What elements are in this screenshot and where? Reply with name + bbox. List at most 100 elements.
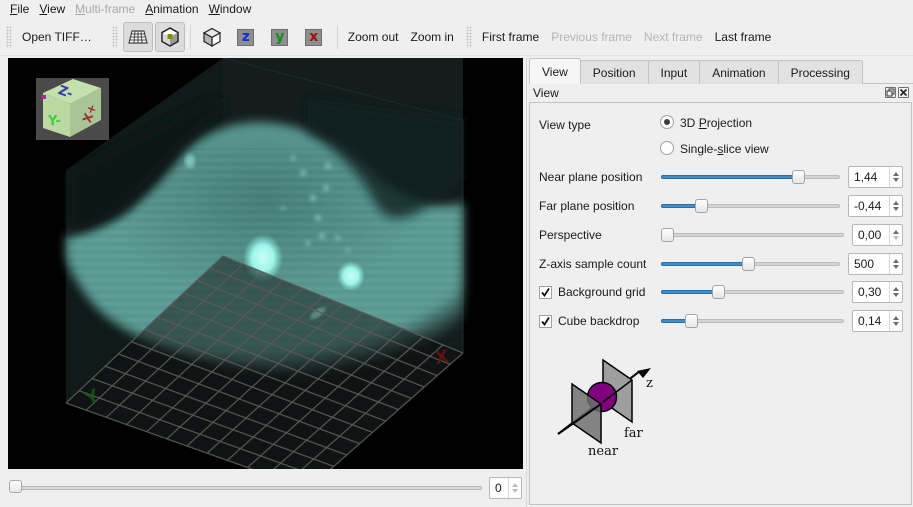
toggle-grid-button[interactable]: [122, 22, 153, 52]
orientation-cube[interactable]: Z- Y- X+: [36, 78, 109, 140]
background-grid-slider[interactable]: [661, 284, 844, 300]
cube-y-label: Y-: [47, 114, 61, 129]
toolbar-separator: [336, 25, 338, 49]
far-plane-position-spinbox[interactable]: -0,44: [848, 195, 903, 217]
spin-up-icon[interactable]: [893, 230, 899, 234]
tab-animation[interactable]: Animation: [699, 60, 779, 84]
view-y-axis-icon: y: [271, 28, 289, 46]
next-frame-button[interactable]: Next frame: [638, 22, 709, 52]
view-x-axis-icon: x: [305, 28, 323, 46]
slider-fill: [661, 290, 718, 294]
spin-up-icon[interactable]: [893, 316, 899, 320]
reset-view-button[interactable]: [196, 22, 228, 52]
near-plane-position-spinbox[interactable]: 1,44: [848, 166, 903, 188]
spin-down-icon[interactable]: [893, 178, 899, 182]
z-axis-sample-count-slider[interactable]: [661, 256, 840, 272]
tab-input[interactable]: Input: [647, 60, 701, 84]
z-axis-sample-count-spinbox[interactable]: 500: [848, 253, 903, 275]
cube-backdrop-label[interactable]: Cube backdrop: [558, 314, 639, 328]
app-window: File View Multi-frame Animation Window Open …: [0, 0, 913, 507]
slider-fill: [661, 262, 748, 266]
toolbar-grip[interactable]: [111, 26, 118, 48]
volume-render: Y X Z- Y- X+: [36, 58, 464, 469]
last-frame-button[interactable]: Last frame: [709, 22, 778, 52]
slider-handle[interactable]: [742, 257, 755, 271]
spin-down-icon[interactable]: [893, 322, 899, 326]
dock-splitter[interactable]: [526, 58, 527, 507]
frame-spinbox[interactable]: 0: [489, 477, 522, 499]
spin-down-icon[interactable]: [893, 207, 899, 211]
slider-track[interactable]: [661, 233, 844, 237]
view-y-button[interactable]: y: [264, 22, 296, 52]
spinbox-value: 0,14: [858, 314, 882, 328]
background-grid-spinbox[interactable]: 0,30: [852, 281, 903, 303]
slider-handle[interactable]: [661, 228, 674, 242]
spin-up-icon[interactable]: [893, 259, 899, 263]
near-plane-position-slider[interactable]: [661, 169, 840, 185]
spinbox-value: 500: [854, 257, 875, 271]
perspective-spinbox[interactable]: 0,00: [852, 224, 903, 246]
cube-backdrop-icon: [161, 27, 179, 47]
menu-multi-frame[interactable]: Multi-frame: [70, 0, 140, 18]
spin-down-icon[interactable]: [512, 489, 518, 493]
dock-tabs: View Position Input Animation Processing: [529, 58, 863, 84]
menu-view[interactable]: View: [34, 0, 70, 18]
view-x-button[interactable]: x: [298, 22, 330, 52]
tab-processing[interactable]: Processing: [777, 60, 863, 84]
toolbar-grip[interactable]: [6, 26, 12, 48]
slider-handle[interactable]: [695, 199, 708, 213]
spin-up-icon[interactable]: [893, 172, 899, 176]
menu-animation[interactable]: Animation: [140, 0, 203, 18]
bright-blob: [185, 154, 195, 168]
cube-backdrop-slider[interactable]: [661, 313, 844, 329]
spin-down-icon[interactable]: [893, 293, 899, 297]
radio-single-slice-label[interactable]: Single-slice view: [680, 142, 769, 156]
dock-title: View: [533, 86, 559, 100]
spin-up-icon[interactable]: [893, 287, 899, 291]
toolbar: Open TIFF… z y x Zoom out Zoom in First …: [0, 19, 913, 56]
tab-position[interactable]: Position: [579, 60, 649, 84]
diagram-near-label: near: [588, 444, 619, 459]
cube-backdrop-spinbox[interactable]: 0,14: [852, 310, 903, 332]
view-type-label: View type: [539, 118, 591, 132]
perspective-label: Perspective: [539, 228, 602, 242]
slider-handle[interactable]: [685, 314, 698, 328]
background-grid-label[interactable]: Background grid: [558, 285, 645, 299]
far-plane-position-slider[interactable]: [661, 198, 840, 214]
radio-single-slice[interactable]: [660, 141, 674, 155]
zoom-out-button[interactable]: Zoom out: [342, 22, 405, 52]
previous-frame-button[interactable]: Previous frame: [545, 22, 638, 52]
diagram-far-label: far: [624, 426, 644, 441]
slider-handle[interactable]: [712, 285, 725, 299]
close-icon[interactable]: [898, 87, 909, 98]
radio-3d-projection-label[interactable]: 3D Projection: [680, 116, 752, 130]
float-icon[interactable]: [885, 87, 896, 98]
toggle-cube-backdrop-button[interactable]: [154, 22, 185, 52]
radio-3d-projection[interactable]: [660, 115, 674, 129]
spin-down-icon[interactable]: [893, 265, 899, 269]
frame-slider-handle[interactable]: [9, 480, 22, 493]
menu-window[interactable]: Window: [204, 0, 257, 18]
tab-view[interactable]: View: [529, 58, 581, 84]
toolbar-grip[interactable]: [465, 26, 472, 48]
view-z-button[interactable]: z: [230, 22, 262, 52]
zoom-in-button[interactable]: Zoom in: [405, 22, 460, 52]
toolbar-separator: [189, 25, 191, 49]
open-tiff-button[interactable]: Open TIFF…: [16, 22, 98, 52]
background-grid-checkbox[interactable]: [539, 286, 552, 299]
3d-viewport[interactable]: Y X Z- Y- X+: [8, 58, 523, 469]
bright-blob: [337, 261, 365, 291]
perspective-slider[interactable]: [661, 227, 844, 243]
cube-backdrop-checkbox[interactable]: [539, 315, 552, 328]
diagram-z-label: z: [646, 376, 653, 391]
spin-down-icon[interactable]: [893, 236, 899, 240]
menu-file[interactable]: File: [0, 0, 34, 18]
frame-slider-track[interactable]: [12, 486, 482, 490]
slider-handle[interactable]: [792, 170, 805, 184]
spin-up-icon[interactable]: [893, 201, 899, 205]
first-frame-button[interactable]: First frame: [476, 22, 545, 52]
reset-view-cube-icon: [202, 27, 222, 47]
spin-up-icon[interactable]: [512, 483, 518, 487]
spinbox-value: 0,00: [858, 228, 882, 242]
far-plane-position-label: Far plane position: [539, 199, 635, 213]
